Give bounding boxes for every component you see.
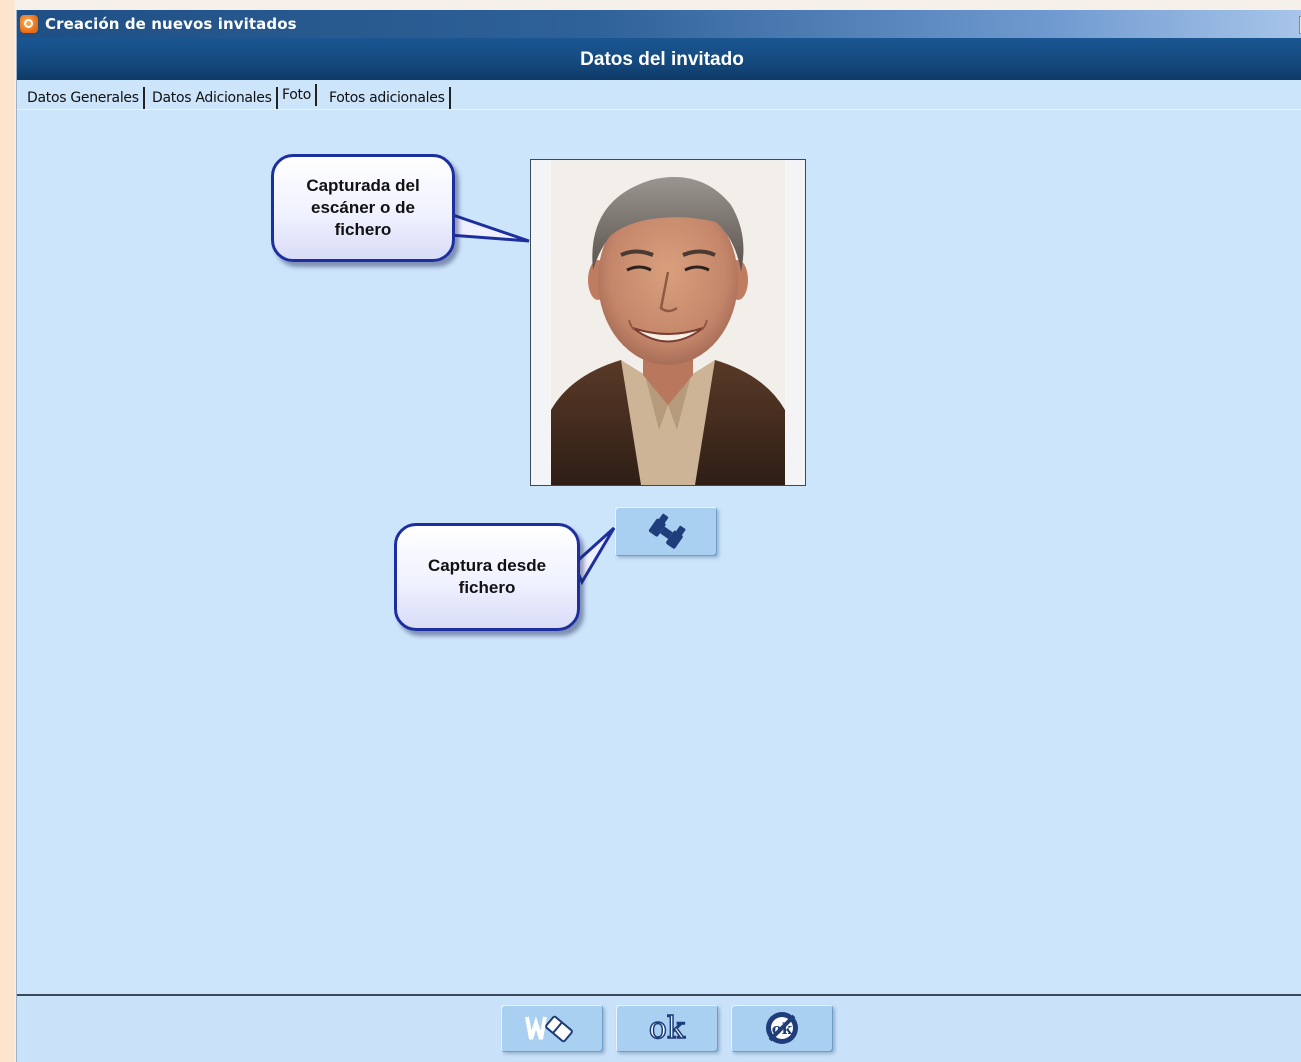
bottom-toolbar: ok ok <box>17 996 1301 1062</box>
photo-callout: Capturada del escáner o de fichero <box>271 154 455 262</box>
guest-photo <box>551 160 785 485</box>
ok-icon: ok <box>648 1010 686 1047</box>
photo-callout-pointer <box>445 210 530 243</box>
title-bar[interactable]: Creación de nuevos invitados <box>17 10 1301 38</box>
file-callout-text: Captura desde fichero <box>427 556 547 597</box>
tab-fotos-adicionales[interactable]: Fotos adicionales <box>325 87 451 109</box>
photo-frame[interactable] <box>530 159 806 486</box>
eraser-icon <box>525 1015 573 1043</box>
page-header: Datos del invitado <box>17 38 1301 80</box>
dialog-window: Creación de nuevos invitados Datos del i… <box>16 10 1301 1062</box>
window-title: Creación de nuevos invitados <box>45 15 297 33</box>
app-icon <box>20 15 38 33</box>
capture-from-file-button[interactable] <box>615 507 717 556</box>
file-callout: Captura desde fichero <box>394 523 580 631</box>
photo-callout-text: Capturada del escáner o de fichero <box>306 176 420 239</box>
cancel-ok-icon: ok <box>766 1012 798 1044</box>
binoculars-icon <box>648 513 686 549</box>
tab-foto[interactable]: Foto <box>278 84 317 106</box>
cancel-button[interactable]: ok <box>731 1005 833 1052</box>
tab-datos-generales[interactable]: Datos Generales <box>23 87 145 109</box>
tab-divider <box>17 109 1301 110</box>
ok-button[interactable]: ok <box>616 1005 718 1052</box>
clear-button[interactable] <box>501 1005 603 1052</box>
tab-bar: Datos Generales Datos Adicionales Foto F… <box>17 82 1301 110</box>
portrait-illustration <box>551 160 785 485</box>
tab-datos-adicionales[interactable]: Datos Adicionales <box>148 87 278 109</box>
